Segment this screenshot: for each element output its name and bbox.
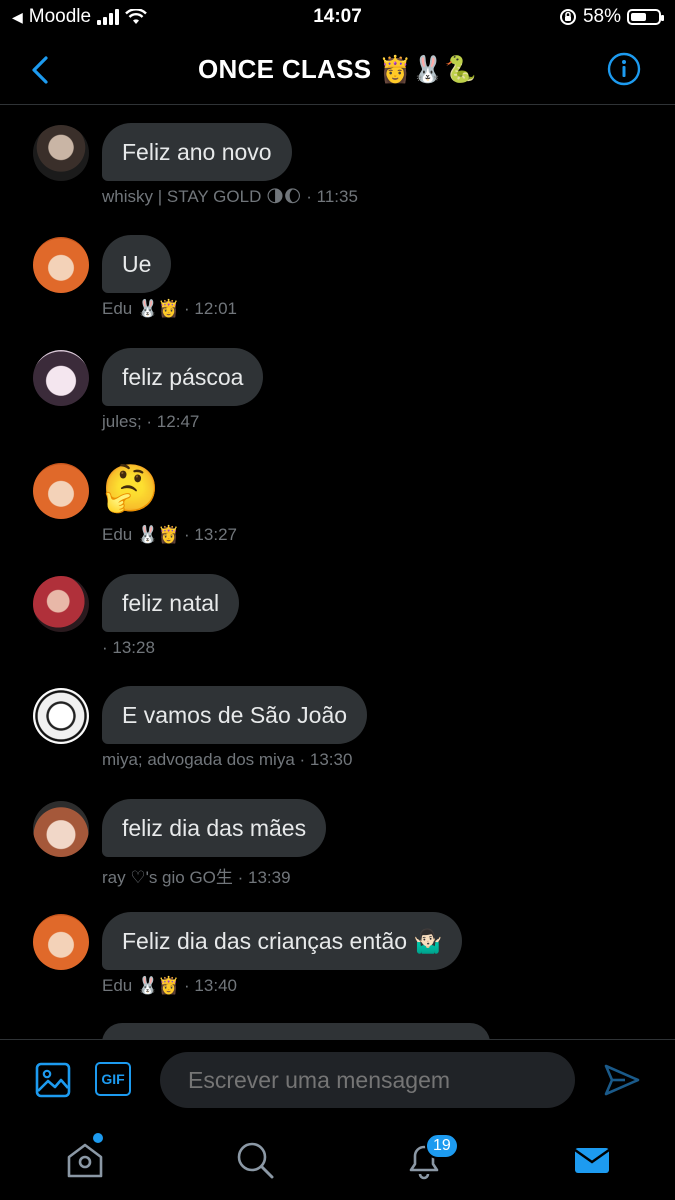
info-icon[interactable] bbox=[607, 52, 641, 86]
search-icon[interactable] bbox=[234, 1139, 276, 1181]
avatar[interactable] bbox=[33, 463, 89, 519]
message-bubble-partial[interactable] bbox=[102, 1023, 490, 1039]
message-meta: miya; advogada dos miya · 13:30 bbox=[102, 750, 352, 770]
message-meta: ray ♡'s gio GO生 · 13:39 bbox=[102, 863, 291, 888]
avatar[interactable] bbox=[33, 350, 89, 406]
message-bubble[interactable]: Feliz dia das crianças então 🤷🏻‍♂️ bbox=[102, 912, 463, 970]
avatar[interactable] bbox=[33, 688, 89, 744]
conversation-header: ONCE CLASS 👸🐰🐍 bbox=[0, 36, 675, 105]
home-icon[interactable] bbox=[64, 1139, 106, 1181]
sender-name: Edu 🐰👸 bbox=[102, 525, 180, 544]
gif-icon[interactable]: GIF bbox=[95, 1062, 131, 1096]
message-time: · 13:40 bbox=[184, 976, 237, 995]
sender-name: jules; bbox=[102, 412, 142, 431]
message-meta: whisky | STAY GOLD 🌗🌔 · 11:35 bbox=[102, 187, 358, 207]
message-time: · 13:30 bbox=[299, 750, 353, 769]
message-thread[interactable]: Feliz ano novo whisky | STAY GOLD 🌗🌔 · 1… bbox=[0, 105, 675, 1039]
message-meta: · 13:28 bbox=[102, 638, 155, 658]
message-meta: jules; · 12:47 bbox=[102, 412, 199, 432]
avatar[interactable] bbox=[33, 125, 89, 181]
gif-label: GIF bbox=[101, 1071, 125, 1087]
avatar[interactable] bbox=[33, 801, 89, 857]
status-bar: ◀ Moodle 14:07 58% bbox=[0, 0, 675, 36]
message-meta: Edu 🐰👸 · 13:40 bbox=[102, 976, 237, 996]
message-input[interactable] bbox=[160, 1052, 575, 1108]
sender-name: Edu 🐰👸 bbox=[102, 299, 180, 318]
message-time: · 13:28 bbox=[102, 638, 155, 657]
avatar[interactable] bbox=[33, 576, 89, 632]
send-icon[interactable] bbox=[603, 1061, 641, 1099]
battery-icon bbox=[627, 9, 664, 25]
home-unread-dot bbox=[93, 1133, 103, 1143]
battery-percent: 58% bbox=[582, 6, 621, 27]
message-time: · 12:01 bbox=[184, 299, 237, 318]
message-bubble[interactable]: E vamos de São João bbox=[102, 686, 368, 744]
message-time: · 12:47 bbox=[146, 412, 200, 431]
message-bubble[interactable]: feliz natal bbox=[102, 574, 240, 632]
image-icon[interactable] bbox=[34, 1061, 72, 1099]
sender-name: ray ♡'s gio GO生 bbox=[102, 868, 233, 887]
avatar[interactable] bbox=[33, 914, 89, 970]
message-bubble[interactable]: Ue bbox=[102, 235, 172, 293]
avatar[interactable] bbox=[33, 237, 89, 293]
message-meta: Edu 🐰👸 · 13:27 bbox=[102, 525, 237, 545]
notifications-badge: 19 bbox=[425, 1133, 459, 1159]
message-emoji[interactable]: 🤔 bbox=[102, 457, 159, 519]
message-time: · 13:27 bbox=[184, 525, 237, 544]
sender-name: whisky | STAY GOLD 🌗🌔 bbox=[102, 187, 302, 206]
message-composer: GIF bbox=[0, 1039, 675, 1122]
conversation-title: ONCE CLASS 👸🐰🐍 bbox=[197, 54, 477, 84]
message-bubble[interactable]: feliz páscoa bbox=[102, 348, 264, 406]
bottom-tab-bar: 19 bbox=[0, 1121, 675, 1200]
rotation-lock-icon bbox=[559, 9, 576, 25]
message-bubble[interactable]: Feliz ano novo bbox=[102, 123, 292, 181]
message-time: · 13:39 bbox=[237, 868, 291, 887]
sender-name: miya; advogada dos miya bbox=[102, 750, 295, 769]
message-time: · 11:35 bbox=[306, 187, 358, 206]
message-meta: Edu 🐰👸 · 12:01 bbox=[102, 299, 237, 319]
sender-name: Edu 🐰👸 bbox=[102, 976, 180, 995]
message-bubble[interactable]: feliz dia das mães bbox=[102, 799, 327, 857]
mail-icon[interactable] bbox=[571, 1139, 613, 1181]
